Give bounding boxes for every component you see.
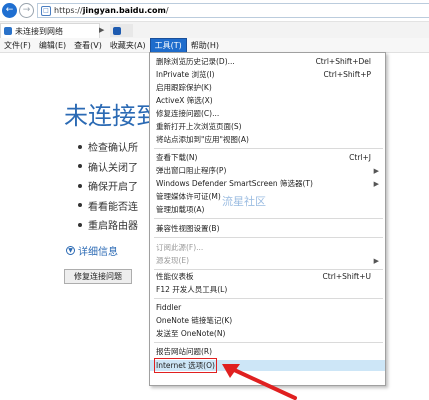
menu-item-media-licenses[interactable]: 管理媒体许可证(M): [150, 191, 385, 202]
tools-dropdown-menu: 删除浏览历史记录(D)... Ctrl+Shift+Del InPrivate 浏…: [149, 52, 386, 386]
chevron-right-icon: ▶: [373, 179, 379, 188]
menu-favorites[interactable]: 收藏夹(A): [106, 38, 150, 53]
tab-label: 未连接到网络: [15, 26, 63, 36]
menu-item-manage-addons[interactable]: 管理加载项(A): [150, 204, 385, 215]
page-icon: □: [41, 5, 51, 16]
details-link[interactable]: ▼ 详细信息: [66, 243, 118, 258]
tab-favicon-icon: [4, 27, 12, 35]
url-text: https://jingyan.baidu.com/: [54, 6, 169, 15]
fix-connection-button[interactable]: 修复连接问题: [64, 269, 132, 284]
tab-favicon-icon: [113, 26, 121, 35]
bullet-icon: [78, 222, 82, 227]
menu-separator: [154, 342, 383, 343]
menu-item-tracking-protection[interactable]: 启用跟踪保护(K): [150, 82, 385, 93]
bullet-icon: [78, 144, 82, 149]
menu-tools[interactable]: 工具(T): [149, 37, 187, 53]
chevron-right-icon: ▶: [373, 166, 379, 175]
suggestion-list: 检查确认所 确认关闭了 确保开启了 看看能否连 重启路由器: [78, 137, 138, 235]
details-label: 详细信息: [78, 247, 118, 258]
menu-item-downloads[interactable]: 查看下载(N) Ctrl+J: [150, 152, 385, 163]
list-item: 看看能否连: [78, 196, 138, 216]
list-item: 确保开启了: [78, 176, 138, 196]
tab-strip: 未连接到网络 ▶: [0, 22, 429, 38]
list-item: 确认关闭了: [78, 157, 138, 177]
menu-item-onenote-linked[interactable]: OneNote 链接笔记(K): [150, 315, 385, 326]
menu-item-performance-dashboard[interactable]: 性能仪表板 Ctrl+Shift+U: [150, 271, 385, 282]
menu-separator: [154, 298, 383, 299]
menu-edit[interactable]: 编辑(E): [35, 38, 70, 53]
annotation-arrow-icon: [222, 364, 297, 400]
address-row: ← → □ https://jingyan.baidu.com/: [0, 0, 429, 22]
menu-item-f12-devtools[interactable]: F12 开发人员工具(L): [150, 284, 385, 295]
tab-inactive[interactable]: [110, 24, 133, 37]
list-item: 重启路由器: [78, 215, 138, 235]
forward-arrow-icon[interactable]: →: [19, 3, 34, 18]
menu-item-send-to-onenote[interactable]: 发送至 OneNote(N): [150, 328, 385, 339]
tab-active[interactable]: 未连接到网络: [0, 23, 100, 38]
menu-separator: [154, 218, 383, 219]
page-title: 未连接到: [64, 102, 160, 130]
menu-item-activex-filter[interactable]: ActiveX 筛选(X): [150, 95, 385, 106]
menu-item-reopen-session[interactable]: 重新打开上次浏览页面(S): [150, 121, 385, 132]
bullet-icon: [78, 164, 82, 169]
bullet-icon: [78, 183, 82, 188]
menu-item-popup-blocker[interactable]: 弹出窗口阻止程序(P) ▶: [150, 165, 385, 176]
menu-item-smartscreen[interactable]: Windows Defender SmartScreen 筛选器(T) ▶: [150, 178, 385, 189]
menu-item-fix-connection[interactable]: 修复连接问题(C)...: [150, 108, 385, 119]
new-tab-arrow-icon[interactable]: ▶: [99, 26, 104, 34]
bullet-icon: [78, 203, 82, 208]
menu-file[interactable]: 文件(F): [0, 38, 35, 53]
list-item: 检查确认所: [78, 137, 138, 157]
menu-item-delete-history[interactable]: 删除浏览历史记录(D)... Ctrl+Shift+Del: [150, 56, 385, 67]
menu-item-feed-discovery: 源发现(E) ▶: [156, 256, 379, 265]
menu-item-subscribe-feed: 订阅此源(F)...: [156, 243, 204, 252]
menu-item-inprivate[interactable]: InPrivate 浏览(I) Ctrl+Shift+P: [150, 69, 385, 80]
back-arrow-icon[interactable]: ←: [2, 3, 17, 18]
menu-separator: [154, 269, 383, 270]
menu-view[interactable]: 查看(V): [70, 38, 106, 53]
menu-item-compat-view[interactable]: 兼容性视图设置(B): [150, 223, 385, 234]
watermark-text: 流星社区: [222, 195, 266, 208]
address-bar[interactable]: □ https://jingyan.baidu.com/: [37, 3, 429, 18]
menu-separator: [154, 237, 383, 238]
menu-separator: [154, 148, 383, 149]
menu-item-add-to-apps[interactable]: 将站点添加到"应用"视图(A): [150, 134, 385, 145]
menu-item-report-problem[interactable]: 报告网站问题(R): [150, 346, 385, 357]
menu-bar: 文件(F) 编辑(E) 查看(V) 收藏夹(A) 工具(T) 帮助(H): [0, 37, 429, 53]
menu-help[interactable]: 帮助(H): [187, 38, 223, 53]
chevron-right-icon: ▶: [373, 256, 379, 265]
chevron-down-icon: ▼: [66, 246, 75, 255]
menu-item-fiddler[interactable]: Fiddler: [150, 302, 385, 313]
